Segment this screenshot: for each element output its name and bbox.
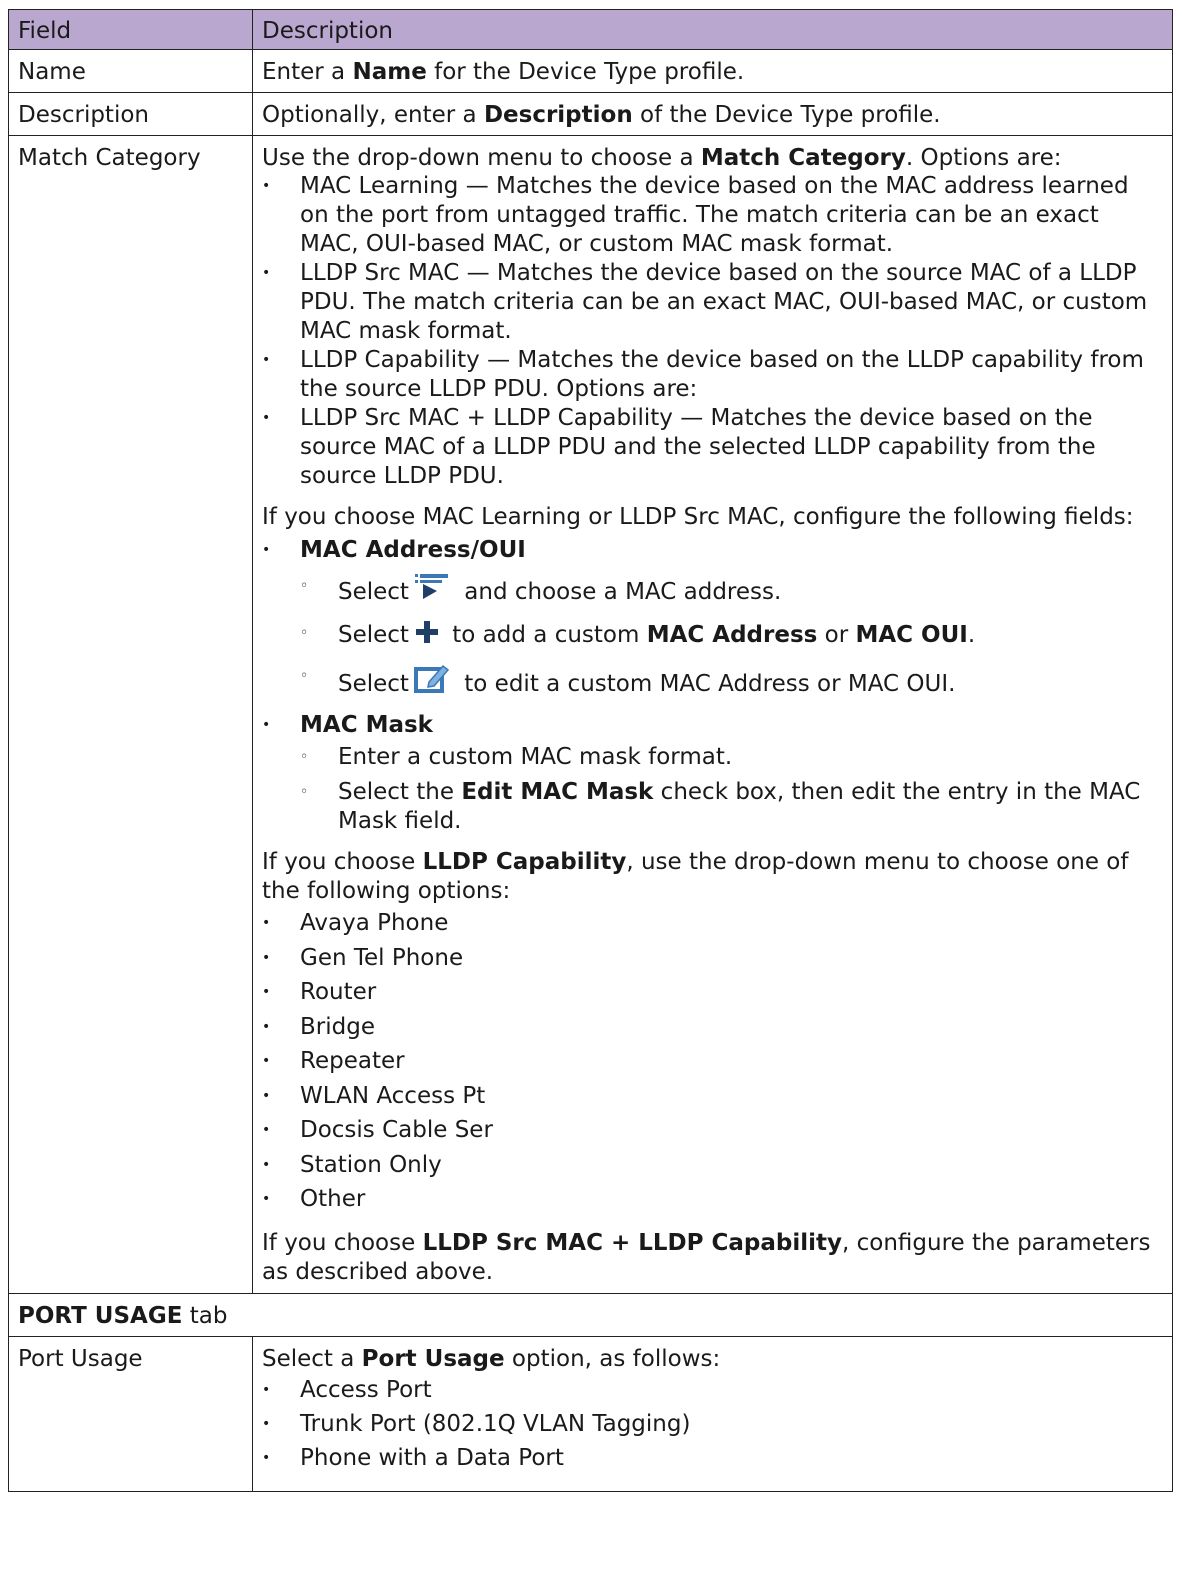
section-row: PORT USAGE tab	[8, 1292, 1173, 1337]
text: Use the drop-down menu to choose a	[262, 145, 701, 171]
list-item: LLDP Src MAC + LLDP Capability — Matches…	[262, 404, 1163, 491]
term: MAC Learning	[422, 504, 581, 530]
header-field: Field	[8, 9, 253, 50]
mac-address-sublist: Select and choose a MAC address. Select …	[300, 572, 1163, 701]
option-term: LLDP Src MAC + LLDP Capability	[300, 405, 673, 431]
text: option, as follows:	[504, 1345, 721, 1372]
list-item: LLDP Src MAC — Matches the device based …	[262, 259, 1163, 346]
text: , configure the following fields:	[778, 504, 1134, 530]
table-row: Name Enter a Name for the Device Type pr…	[8, 49, 1173, 93]
text: or	[580, 504, 620, 530]
text: If you choose	[262, 504, 423, 530]
bold-term: LLDP Capability	[422, 849, 627, 875]
bold-term: Description	[483, 102, 633, 128]
text: to edit a custom MAC Address or MAC OUI.	[456, 671, 956, 697]
text: Select	[338, 671, 409, 697]
list-item: Access Port	[262, 1373, 1163, 1407]
list-item: Enter a custom MAC mask format.	[300, 743, 1163, 772]
description-cell: Optionally, enter a Description of the D…	[252, 92, 1173, 136]
list-item: Bridge	[262, 1010, 1163, 1045]
list-item: Repeater	[262, 1044, 1163, 1079]
option-term: MAC Learning	[300, 173, 459, 199]
field-cell: Description	[8, 92, 253, 136]
list-item: Avaya Phone	[262, 906, 1163, 941]
bold-term: Match Category	[700, 145, 906, 171]
text: .	[967, 622, 976, 648]
table-row: Description Optionally, enter a Descript…	[8, 92, 1173, 136]
list-item: MAC Mask Enter a custom MAC mask format.…	[262, 711, 1163, 836]
header-description: Description	[252, 9, 1173, 50]
text: for the Device Type profile.	[426, 59, 745, 85]
section-cell: PORT USAGE tab	[8, 1292, 1173, 1337]
field-cell: Name	[8, 49, 253, 93]
description-cell: Enter a Name for the Device Type profile…	[252, 49, 1173, 93]
text: of the Device Type profile.	[632, 102, 941, 128]
list-item: Select and choose a MAC address.	[300, 572, 1163, 609]
text: Select	[338, 579, 409, 605]
text: Select the	[338, 779, 462, 805]
port-usage-intro: Select a Port Usage option, as follows:	[262, 1345, 1163, 1373]
list-item: Select to add a custom MAC Address or MA…	[300, 619, 1163, 652]
plus-icon	[413, 619, 441, 652]
edit-icon	[413, 662, 453, 701]
list-item: Docsis Cable Ser	[262, 1113, 1163, 1148]
description-cell: Use the drop-down menu to choose a Match…	[252, 135, 1173, 1294]
list-item: MAC Learning — Matches the device based …	[262, 172, 1163, 259]
document-page: Field Description Name Enter a Name for …	[8, 9, 1173, 1492]
bold-term: MAC OUI	[855, 622, 968, 648]
match-options-list: MAC Learning — Matches the device based …	[262, 172, 1163, 491]
section-title: PORT USAGE	[18, 1302, 183, 1329]
text: If you choose	[262, 1229, 423, 1256]
mac-mask-sublist: Enter a custom MAC mask format. Select t…	[300, 743, 1163, 836]
list-item: LLDP Capability — Matches the device bas…	[262, 346, 1163, 404]
port-usage-options-list: Access Port Trunk Port (802.1Q VLAN Tagg…	[262, 1373, 1163, 1475]
list-item: Other	[262, 1182, 1163, 1217]
list-item: Phone with a Data Port	[262, 1441, 1163, 1475]
filter-icon	[413, 572, 453, 609]
option-term: LLDP Src MAC	[300, 260, 460, 286]
table-row: Port Usage Select a Port Usage option, a…	[8, 1335, 1173, 1492]
text: If you choose	[262, 849, 423, 875]
text: and choose a MAC address.	[456, 579, 782, 605]
option-term: LLDP Capability	[300, 347, 480, 373]
field-cell: Port Usage	[8, 1335, 253, 1492]
list-item: MAC Address/OUI Select and choose a MAC …	[262, 536, 1163, 701]
bold-term: MAC Address	[646, 622, 818, 648]
table-header-row: Field Description	[8, 9, 1173, 50]
lldp-options-list: Avaya Phone Gen Tel Phone Router Bridge …	[262, 906, 1163, 1217]
text: Select	[338, 622, 409, 648]
text: . Options are:	[905, 145, 1062, 171]
term: LLDP Src MAC	[619, 504, 779, 530]
list-item: Router	[262, 975, 1163, 1010]
text: Enter a	[262, 59, 353, 85]
mac-mask-title: MAC Mask	[300, 712, 433, 738]
list-item: Station Only	[262, 1148, 1163, 1183]
bold-term: Port Usage	[361, 1345, 505, 1372]
field-description-table: Field Description Name Enter a Name for …	[8, 9, 1173, 1492]
list-item: Gen Tel Phone	[262, 941, 1163, 976]
list-item: Select the Edit MAC Mask check box, then…	[300, 778, 1163, 836]
list-item: Select to edit a custom MAC Address or M…	[300, 662, 1163, 701]
list-item: WLAN Access Pt	[262, 1079, 1163, 1114]
description-cell: Select a Port Usage option, as follows: …	[252, 1335, 1173, 1492]
bold-term: Name	[352, 59, 427, 85]
text: tab	[182, 1302, 228, 1329]
field-cell: Match Category	[8, 135, 253, 1294]
list-item: Trunk Port (802.1Q VLAN Tagging)	[262, 1407, 1163, 1441]
mac-paragraph: If you choose MAC Learning or LLDP Src M…	[262, 503, 1163, 531]
lldp-paragraph: If you choose LLDP Capability, use the d…	[262, 848, 1163, 906]
table-row: Match Category Use the drop-down menu to…	[8, 135, 1173, 1294]
text: or	[817, 622, 856, 648]
text: Select a	[262, 1345, 362, 1372]
text: Optionally, enter a	[262, 102, 484, 128]
match-intro: Use the drop-down menu to choose a Match…	[262, 144, 1163, 172]
combo-paragraph: If you choose LLDP Src MAC + LLDP Capabi…	[262, 1229, 1163, 1287]
mac-fields-list: MAC Address/OUI Select and choose a MAC …	[262, 536, 1163, 836]
mac-address-title: MAC Address/OUI	[300, 537, 526, 563]
bold-term: LLDP Src MAC + LLDP Capability	[422, 1229, 843, 1256]
bold-term: Edit MAC Mask	[461, 779, 654, 805]
text: to add a custom	[444, 622, 647, 648]
